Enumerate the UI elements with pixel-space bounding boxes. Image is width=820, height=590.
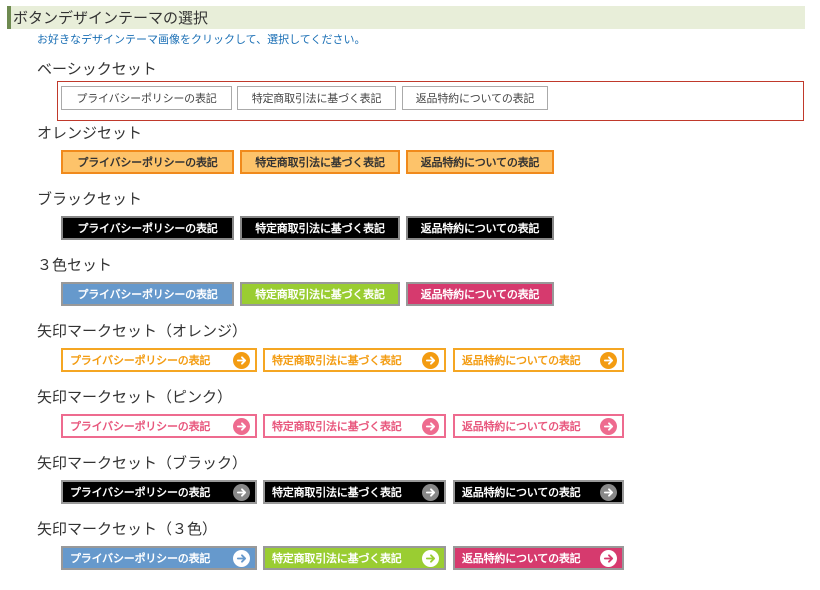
button-label: 返品特約についての表記 xyxy=(415,92,535,105)
arrow-right-circle-icon xyxy=(233,351,250,369)
button-label: 特定商取引法に基づく表記 xyxy=(255,222,385,235)
button-label: 返品特約についての表記 xyxy=(462,420,581,433)
button-label: プライバシーポリシーの表記 xyxy=(76,92,217,105)
set-title-black: ブラックセット xyxy=(37,190,143,208)
arrow-right-circle-icon xyxy=(422,483,439,501)
set-title-arrow-orange: 矢印マークセット（オレンジ） xyxy=(37,322,248,340)
arrow-orange-tokutei-button[interactable]: 特定商取引法に基づく表記 xyxy=(263,348,446,372)
arrow-right-circle-icon xyxy=(422,549,439,567)
arrow-black-henpin-button[interactable]: 返品特約についての表記 xyxy=(453,480,624,504)
button-label: プライバシーポリシーの表記 xyxy=(70,354,211,367)
arrow-pink-privacy-button[interactable]: プライバシーポリシーの表記 xyxy=(61,414,257,438)
three-color-henpin-button[interactable]: 返品特約についての表記 xyxy=(406,282,554,306)
arrow-right-circle-icon xyxy=(233,483,250,501)
black-privacy-button[interactable]: プライバシーポリシーの表記 xyxy=(61,216,234,240)
arrow-pink-tokutei-button[interactable]: 特定商取引法に基づく表記 xyxy=(263,414,446,438)
black-tokutei-button[interactable]: 特定商取引法に基づく表記 xyxy=(240,216,400,240)
basic-privacy-button[interactable]: プライバシーポリシーの表記 xyxy=(61,86,232,110)
arrow-black-tokutei-button[interactable]: 特定商取引法に基づく表記 xyxy=(263,480,446,504)
arrow-right-circle-icon xyxy=(600,549,617,567)
button-label: 特定商取引法に基づく表記 xyxy=(255,156,385,169)
button-label: プライバシーポリシーの表記 xyxy=(70,420,211,433)
button-label: 返品特約についての表記 xyxy=(462,354,581,367)
set-title-basic: ベーシックセット xyxy=(37,60,157,78)
arrow-orange-henpin-button[interactable]: 返品特約についての表記 xyxy=(453,348,624,372)
button-label: 特定商取引法に基づく表記 xyxy=(255,288,385,301)
arrow-orange-privacy-button[interactable]: プライバシーポリシーの表記 xyxy=(61,348,257,372)
set-title-three-color: ３色セット xyxy=(37,256,113,274)
button-label: 特定商取引法に基づく表記 xyxy=(251,92,382,105)
arrow-right-circle-icon xyxy=(233,417,250,435)
three-color-tokutei-button[interactable]: 特定商取引法に基づく表記 xyxy=(240,282,400,306)
set-title-arrow-black: 矢印マークセット（ブラック） xyxy=(37,454,248,472)
arrow-right-circle-icon xyxy=(600,351,617,369)
button-label: プライバシーポリシーの表記 xyxy=(70,486,211,499)
button-label: プライバシーポリシーの表記 xyxy=(70,552,211,565)
arrow-right-circle-icon xyxy=(600,483,617,501)
button-label: 返品特約についての表記 xyxy=(462,552,581,565)
basic-tokutei-button[interactable]: 特定商取引法に基づく表記 xyxy=(237,86,396,110)
basic-henpin-button[interactable]: 返品特約についての表記 xyxy=(402,86,548,110)
button-label: プライバシーポリシーの表記 xyxy=(77,288,218,301)
black-henpin-button[interactable]: 返品特約についての表記 xyxy=(406,216,554,240)
button-label: 特定商取引法に基づく表記 xyxy=(272,486,402,499)
section-header: ボタンデザインテーマの選択 xyxy=(7,6,805,29)
orange-privacy-button[interactable]: プライバシーポリシーの表記 xyxy=(61,150,234,174)
page-title: ボタンデザインテーマの選択 xyxy=(13,9,209,27)
arrow-right-circle-icon xyxy=(600,417,617,435)
button-label: 特定商取引法に基づく表記 xyxy=(272,420,402,433)
arrow-three-color-privacy-button[interactable]: プライバシーポリシーの表記 xyxy=(61,546,257,570)
orange-tokutei-button[interactable]: 特定商取引法に基づく表記 xyxy=(240,150,400,174)
three-color-privacy-button[interactable]: プライバシーポリシーの表記 xyxy=(61,282,234,306)
arrow-three-color-tokutei-button[interactable]: 特定商取引法に基づく表記 xyxy=(263,546,446,570)
arrow-right-circle-icon xyxy=(233,549,250,567)
button-label: 返品特約についての表記 xyxy=(420,288,540,301)
set-title-arrow-three-color: 矢印マークセット（３色） xyxy=(37,520,218,538)
arrow-black-privacy-button[interactable]: プライバシーポリシーの表記 xyxy=(61,480,257,504)
arrow-pink-henpin-button[interactable]: 返品特約についての表記 xyxy=(453,414,624,438)
arrow-right-circle-icon xyxy=(422,351,439,369)
instruction-text: お好きなデザインテーマ画像をクリックして、選択してください。 xyxy=(37,33,366,46)
button-label: 返品特約についての表記 xyxy=(462,486,581,499)
button-label: 特定商取引法に基づく表記 xyxy=(272,552,402,565)
button-label: プライバシーポリシーの表記 xyxy=(77,222,218,235)
arrow-three-color-henpin-button[interactable]: 返品特約についての表記 xyxy=(453,546,624,570)
orange-henpin-button[interactable]: 返品特約についての表記 xyxy=(406,150,554,174)
button-label: 返品特約についての表記 xyxy=(420,222,540,235)
set-title-arrow-pink: 矢印マークセット（ピンク） xyxy=(37,388,233,406)
arrow-right-circle-icon xyxy=(422,417,439,435)
button-label: 特定商取引法に基づく表記 xyxy=(272,354,402,367)
set-title-orange: オレンジセット xyxy=(37,124,143,142)
button-label: プライバシーポリシーの表記 xyxy=(77,156,218,169)
button-label: 返品特約についての表記 xyxy=(420,156,540,169)
